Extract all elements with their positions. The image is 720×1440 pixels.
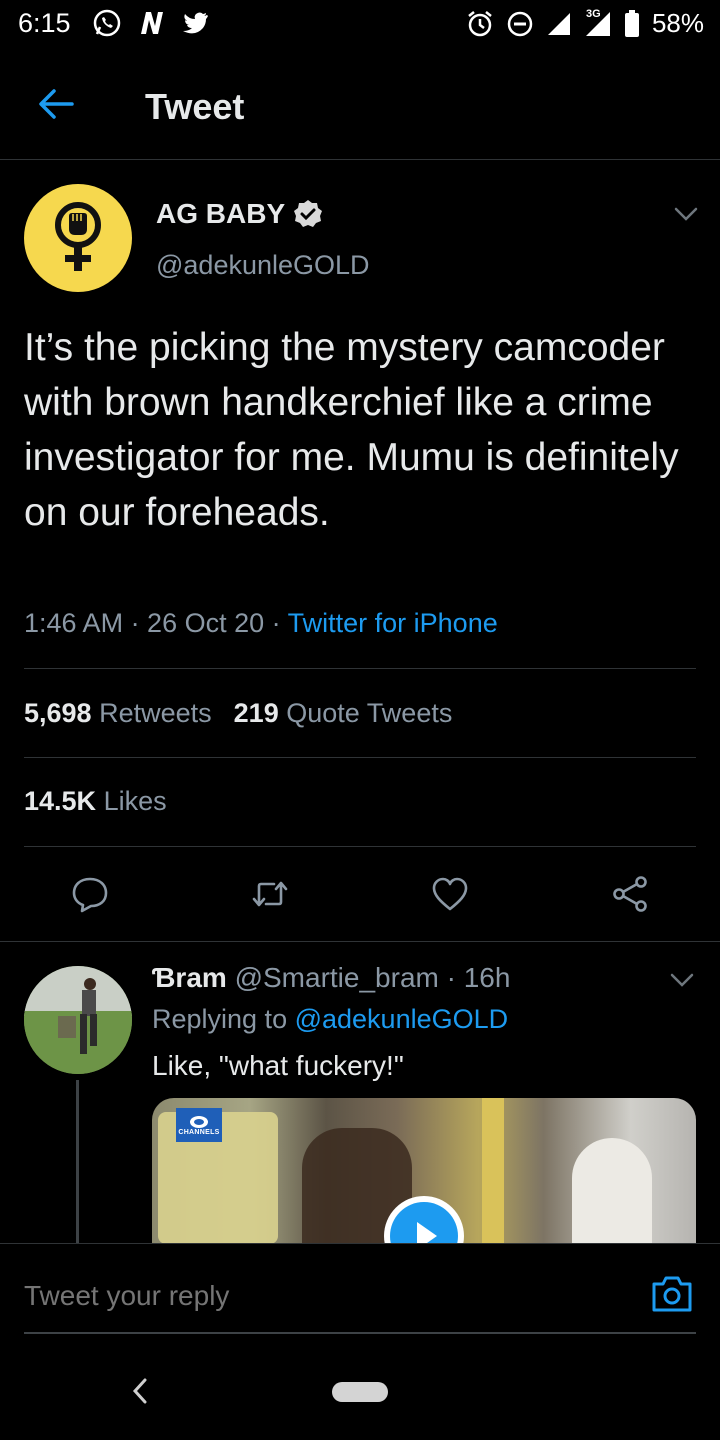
reply-avatar[interactable] (24, 966, 132, 1074)
twitter-icon (183, 12, 208, 34)
reply-header: Ɓram @Smartie_bram · 16h (152, 962, 510, 994)
n-icon (141, 12, 163, 34)
tweet-source-link[interactable]: Twitter for iPhone (288, 608, 498, 638)
back-arrow-icon[interactable] (36, 84, 76, 124)
play-icon (390, 1202, 458, 1244)
channels-logo: CHANNELS (176, 1108, 222, 1142)
tweet-text: It’s the picking the mystery camcoder wi… (24, 326, 679, 534)
share-icon[interactable] (610, 874, 650, 914)
retweet-icon[interactable] (250, 874, 290, 914)
tweet-reply-input[interactable] (24, 1280, 604, 1312)
reply-handle-time: @Smartie_bram · 16h (226, 962, 511, 993)
page-title: Tweet (145, 86, 245, 127)
retweets-stat[interactable]: 5,698 Retweets (24, 698, 212, 728)
battery-icon (624, 9, 639, 37)
alarm-icon (468, 10, 492, 36)
reply-author-name[interactable]: Ɓram (152, 962, 227, 993)
play-button[interactable] (384, 1196, 464, 1244)
reply-text: Like, "what fuckery!" (152, 1050, 404, 1081)
quote-tweets-stat[interactable]: 219 Quote Tweets (234, 698, 453, 728)
replying-to: Replying to @adekunleGOLD (152, 1004, 509, 1034)
divider (0, 941, 720, 942)
likes-stat[interactable]: 14.5K Likes (24, 786, 167, 817)
reply-mention-link[interactable]: @adekunleGOLD (295, 1004, 509, 1034)
chevron-down-icon[interactable] (668, 966, 696, 994)
venus-fist-icon (55, 202, 101, 271)
nav-back-icon[interactable] (128, 1376, 152, 1406)
author-handle[interactable]: @adekunleGOLD (156, 250, 370, 281)
dnd-icon (507, 11, 533, 36)
nav-home-pill[interactable] (332, 1382, 388, 1402)
whatsapp-icon (93, 9, 121, 37)
channels-logo-icon (190, 1115, 208, 1128)
media-shape (482, 1098, 504, 1244)
signal-3g-icon: 3G (584, 8, 612, 38)
divider (24, 757, 696, 758)
signal-icon (547, 12, 570, 35)
reply-video-thumbnail[interactable]: CHANNELS (152, 1098, 696, 1244)
status-right-icons: 3G 58% (466, 8, 704, 39)
media-shape (572, 1138, 652, 1244)
battery-percent: 58% (651, 8, 704, 38)
status-bar: 6:15 3G 58% (0, 0, 720, 52)
top-app-bar: Tweet (0, 60, 720, 160)
status-time: 6:15 (18, 8, 71, 38)
tweet-timestamp: 1:46 AM · 26 Oct 20 · (24, 608, 288, 638)
tweet-action-bar (0, 866, 720, 926)
divider (24, 846, 696, 847)
reply-avatar-photo (24, 966, 132, 1074)
like-heart-icon[interactable] (430, 874, 470, 914)
reply-composer (0, 1243, 720, 1440)
thread-line (76, 1080, 79, 1244)
chevron-down-icon[interactable] (672, 200, 700, 228)
divider (24, 668, 696, 669)
tweet-meta: 1:46 AM · 26 Oct 20 · Twitter for iPhone (24, 608, 498, 639)
verified-badge-icon (294, 200, 323, 227)
author-name[interactable]: AG BABY (156, 198, 323, 230)
composer-underline (24, 1332, 696, 1334)
reply-icon[interactable] (70, 874, 110, 914)
status-left-icons (92, 8, 210, 38)
author-avatar[interactable] (24, 184, 132, 292)
tweet-stats-row: 5,698 Retweets 219 Quote Tweets (24, 698, 452, 729)
camera-icon[interactable] (650, 1274, 694, 1314)
